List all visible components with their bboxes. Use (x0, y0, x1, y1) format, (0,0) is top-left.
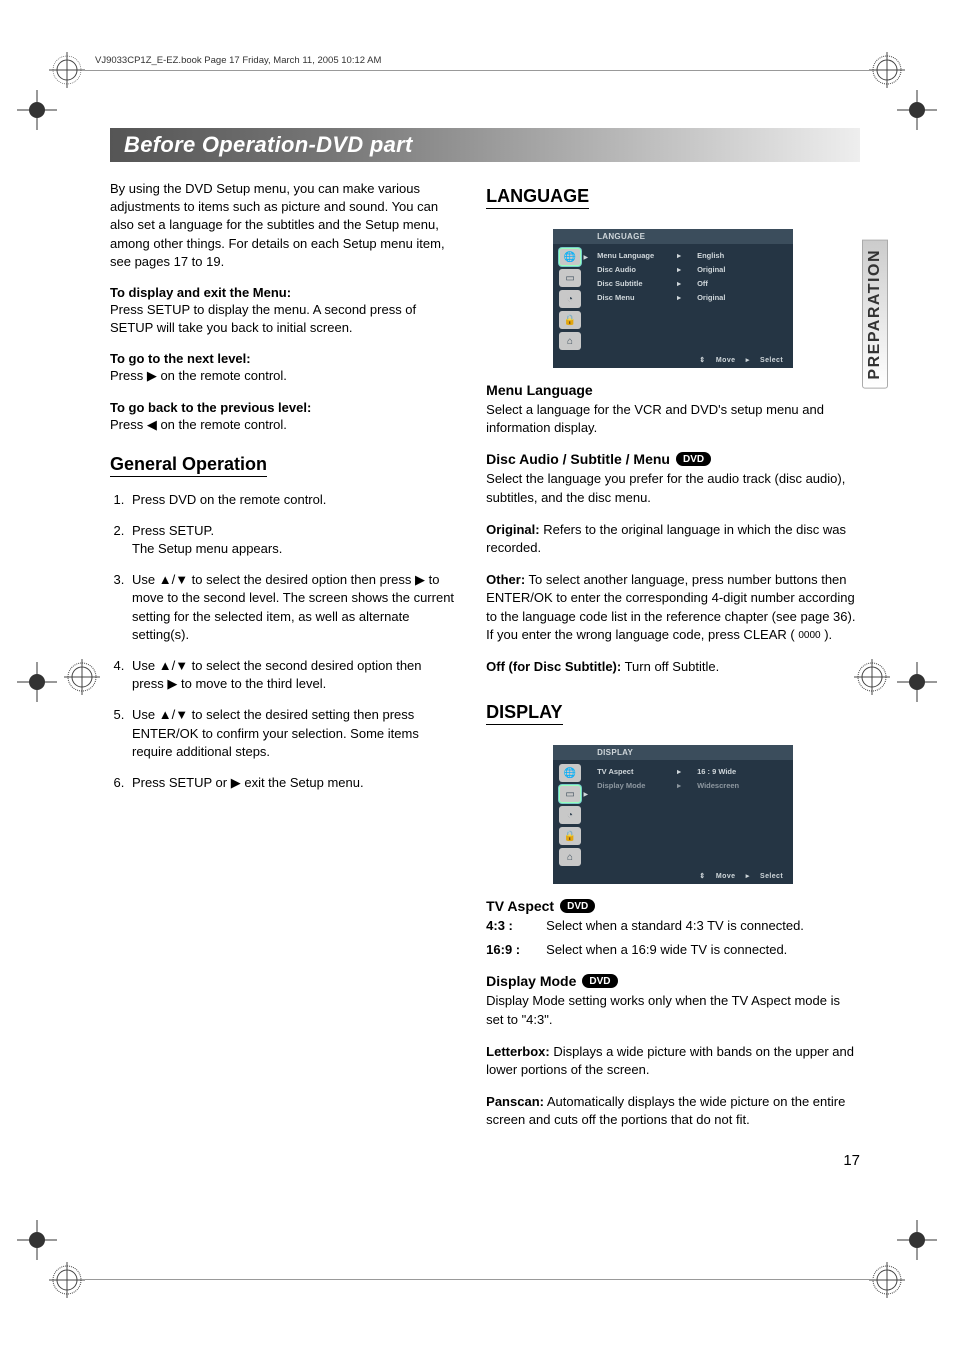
page-title: Before Operation-DVD part (110, 128, 860, 162)
osd-row-value: Original (697, 263, 725, 277)
display-mode-body: Display Mode setting works only when the… (486, 992, 860, 1028)
globe-icon: 🌐▶ (559, 248, 581, 266)
aspect-169-row: 16:9 : Select when a 16:9 wide TV is con… (486, 941, 860, 959)
next-level-heading: To go to the next level: (110, 351, 456, 366)
trim-line (85, 1279, 875, 1280)
register-icon (895, 88, 939, 132)
display-heading: DISPLAY (486, 702, 562, 725)
step-item: Press DVD on the remote control. (128, 491, 456, 509)
other-para: Other: To select another language, press… (486, 571, 860, 644)
step-item: Press SETUP or ▶ exit the Setup menu. (128, 774, 456, 792)
disc-asm-heading: Disc Audio / Subtitle / Menu DVD (486, 451, 860, 467)
menu-language-heading: Menu Language (486, 382, 860, 398)
display-icon: ▭▶ (559, 785, 581, 803)
step-item: Use ▲/▼ to select the second desired opt… (128, 657, 456, 693)
tv-aspect-heading: TV Aspect DVD (486, 898, 860, 914)
osd-language-screenshot: LANGUAGE 🌐▶ ▭ ◔ 🔒 ⌂ Menu Language▸Englis… (553, 229, 793, 368)
register-icon (895, 1218, 939, 1262)
intro-text: By using the DVD Setup menu, you can mak… (110, 180, 456, 271)
register-icon (15, 1218, 59, 1262)
register-icon (15, 88, 59, 132)
osd-row-label: Display Mode (597, 779, 677, 793)
crop-mark-icon (60, 655, 104, 699)
menu-language-body: Select a language for the VCR and DVD's … (486, 401, 860, 437)
aspect-43-row: 4:3 : Select when a standard 4:3 TV is c… (486, 917, 860, 935)
osd-row-label: TV Aspect (597, 765, 677, 779)
step-item: Use ▲/▼ to select the desired setting th… (128, 706, 456, 761)
osd-row-label: Disc Menu (597, 291, 677, 305)
dvd-badge: DVD (560, 899, 595, 913)
register-icon (895, 660, 939, 704)
osd-row-label: Disc Audio (597, 263, 677, 277)
off-para: Off (for Disc Subtitle): Turn off Subtit… (486, 658, 860, 676)
display-exit-body: Press SETUP to display the menu. A secon… (110, 301, 456, 337)
osd-title: LANGUAGE (553, 229, 793, 244)
prev-level-body: Press ◀ on the remote control. (110, 416, 456, 434)
crop-mark-icon (45, 48, 89, 92)
crop-mark-icon (45, 1258, 89, 1302)
step-item: Press SETUP. The Setup menu appears. (128, 522, 456, 558)
disc-asm-body: Select the language you prefer for the a… (486, 470, 860, 506)
osd-row-value: English (697, 249, 724, 263)
original-para: Original: Refers to the original languag… (486, 521, 860, 557)
display-icon: ▭ (559, 269, 581, 287)
step-item: Use ▲/▼ to select the desired option the… (128, 571, 456, 644)
osd-display-screenshot: DISPLAY 🌐 ▭▶ ◔ 🔒 ⌂ TV Aspect▸16 : 9 Wide… (553, 745, 793, 884)
dvd-badge: DVD (676, 452, 711, 466)
register-icon (15, 660, 59, 704)
prev-level-heading: To go back to the previous level: (110, 400, 456, 415)
crop-mark-icon (865, 1258, 909, 1302)
page-content: Before Operation-DVD part PREPARATION By… (110, 128, 860, 1144)
panscan-para: Panscan: Automatically displays the wide… (486, 1093, 860, 1129)
audio-icon: ◔ (559, 290, 581, 308)
osd-footer: ⇕ Move ▸ Select (553, 354, 793, 364)
osd-row-value: Original (697, 291, 725, 305)
dvd-badge: DVD (582, 974, 617, 988)
osd-row-value: Widescreen (697, 779, 739, 793)
display-exit-heading: To display and exit the Menu: (110, 285, 456, 300)
display-mode-heading: Display Mode DVD (486, 973, 860, 989)
other-icon: ⌂ (559, 332, 581, 350)
general-operation-heading: General Operation (110, 454, 267, 477)
osd-title: DISPLAY (553, 745, 793, 760)
osd-row-value: Off (697, 277, 708, 291)
audio-icon: ◔ (559, 806, 581, 824)
next-level-body: Press ▶ on the remote control. (110, 367, 456, 385)
language-heading: LANGUAGE (486, 186, 589, 209)
osd-row-label: Disc Subtitle (597, 277, 677, 291)
left-column: By using the DVD Setup menu, you can mak… (110, 180, 456, 1144)
print-header-text: VJ9033CP1Z_E-EZ.book Page 17 Friday, Mar… (95, 55, 381, 66)
steps-list: Press DVD on the remote control. Press S… (110, 491, 456, 792)
side-tab: PREPARATION (862, 240, 888, 389)
globe-icon: 🌐 (559, 764, 581, 782)
lock-icon: 🔒 (559, 827, 581, 845)
lock-icon: 🔒 (559, 311, 581, 329)
right-column: LANGUAGE LANGUAGE 🌐▶ ▭ ◔ 🔒 ⌂ Menu Langua… (486, 180, 860, 1144)
trim-line (85, 70, 875, 71)
other-icon: ⌂ (559, 848, 581, 866)
osd-row-label: Menu Language (597, 249, 677, 263)
page-number: 17 (843, 1152, 860, 1169)
letterbox-para: Letterbox: Displays a wide picture with … (486, 1043, 860, 1079)
osd-row-value: 16 : 9 Wide (697, 765, 736, 779)
osd-footer: ⇕ Move ▸ Select (553, 870, 793, 880)
